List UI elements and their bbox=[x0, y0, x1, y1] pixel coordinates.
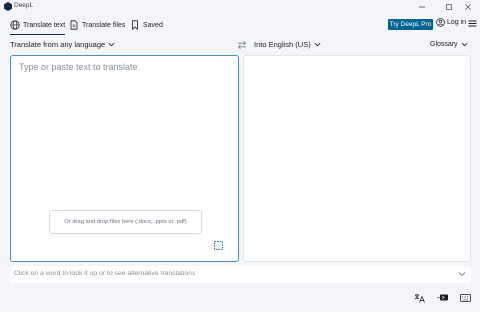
hamburger-menu-icon[interactable] bbox=[468, 19, 477, 28]
tab-translate-files[interactable]: Translate files bbox=[69, 16, 125, 34]
bookmark-icon bbox=[132, 20, 138, 30]
dictionary-bar[interactable]: Click on a word to look it up or to see … bbox=[10, 266, 471, 283]
window-title: DeepL bbox=[14, 2, 34, 9]
chevron-down-icon bbox=[108, 42, 115, 47]
chevron-down-icon bbox=[461, 42, 468, 47]
file-drop-zone[interactable]: Or drag and drop files here (.docx, .ppt… bbox=[49, 210, 202, 234]
login-label: Log in bbox=[447, 19, 467, 26]
user-icon bbox=[436, 18, 445, 27]
tab-saved[interactable]: Saved bbox=[130, 16, 163, 34]
source-placeholder: Type or paste text to translate bbox=[19, 62, 138, 72]
tab-label: Translate files bbox=[82, 21, 126, 29]
drop-zone-label: Or drag and drop files here (.docx, .ppt… bbox=[64, 219, 187, 225]
minimize-icon bbox=[419, 6, 425, 7]
source-text-area[interactable]: Type or paste text to translate Or drag … bbox=[10, 55, 239, 262]
tab-translate-text[interactable]: Translate text bbox=[10, 16, 66, 35]
deepl-logo-icon bbox=[4, 2, 12, 11]
globe-icon bbox=[10, 20, 20, 30]
maximize-icon bbox=[446, 3, 452, 10]
chevron-down-icon[interactable] bbox=[458, 270, 466, 278]
target-language-select[interactable]: Into English (US) bbox=[254, 40, 321, 49]
glossary-button[interactable]: Glossary bbox=[430, 41, 468, 48]
keyboard-shortcut-icon[interactable] bbox=[437, 293, 448, 303]
chevron-down-icon bbox=[314, 42, 321, 47]
swap-languages-icon[interactable] bbox=[237, 40, 247, 50]
file-icon bbox=[70, 20, 78, 30]
login-button[interactable]: Log in bbox=[436, 18, 466, 27]
target-language-label: Into English (US) bbox=[254, 40, 311, 49]
try-pro-button[interactable]: Try DeepL Pro bbox=[388, 19, 433, 30]
source-language-select[interactable]: Translate from any language bbox=[10, 40, 115, 49]
image-select-icon[interactable] bbox=[214, 241, 223, 250]
close-button[interactable] bbox=[455, 0, 480, 13]
glossary-label: Glossary bbox=[430, 41, 458, 48]
title-bar: DeepL bbox=[0, 0, 480, 13]
translate-language-icon[interactable] bbox=[414, 293, 425, 303]
dictionary-hint: Click on a word to look it up or to see … bbox=[14, 270, 196, 277]
close-icon bbox=[464, 3, 471, 10]
tab-label: Translate text bbox=[23, 21, 66, 29]
keyboard-icon[interactable] bbox=[460, 293, 471, 303]
source-language-label: Translate from any language bbox=[10, 40, 106, 49]
target-text-area bbox=[243, 55, 471, 262]
tab-label: Saved bbox=[143, 21, 163, 29]
